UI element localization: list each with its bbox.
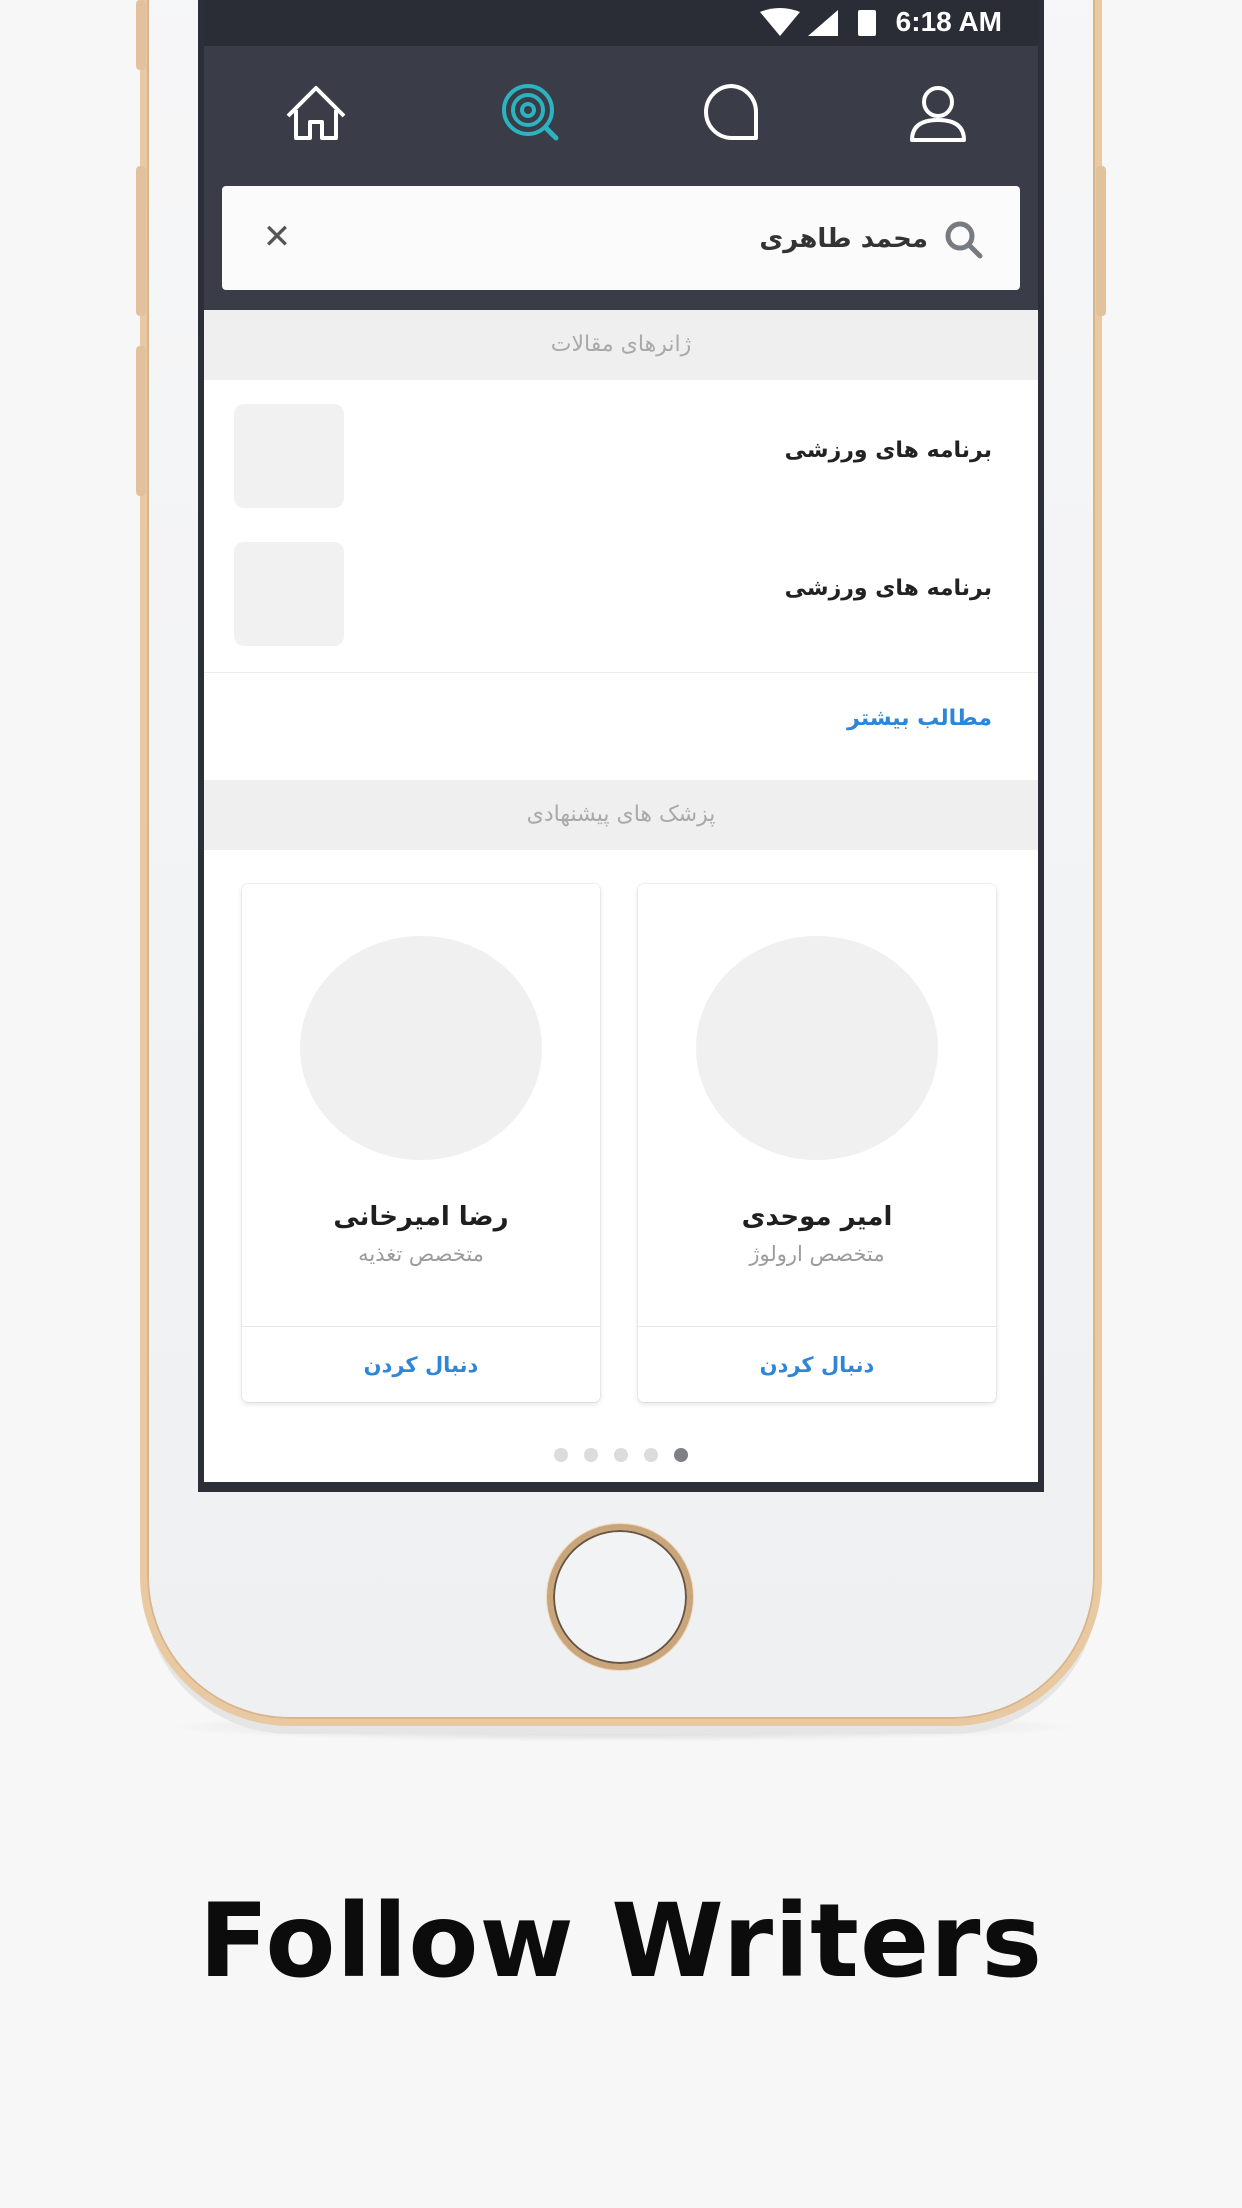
genre-label: برنامه های ورزشی	[784, 438, 992, 463]
follow-button[interactable]: دنبال کردن	[638, 1327, 996, 1402]
status-time: 6:18 AM	[895, 6, 1002, 37]
genre-item[interactable]: برنامه های ورزشی	[204, 542, 1038, 680]
avatar	[300, 936, 542, 1160]
home-hardware-button[interactable]	[547, 1524, 693, 1670]
doctor-card[interactable]: رضا امیرخانی متخصص تغذیه دنبال کردن	[242, 884, 600, 1402]
search-bar: ✕	[222, 186, 1020, 292]
side-button-mute	[136, 0, 146, 70]
chat-bubble-icon	[704, 84, 759, 140]
genre-thumbnail	[234, 542, 344, 646]
home-icon	[286, 86, 346, 140]
side-button-power	[1096, 166, 1106, 316]
doctor-specialty: متخصص ارولوژ	[749, 1242, 885, 1266]
pagination-dot[interactable]	[584, 1448, 598, 1462]
pagination-dot[interactable]	[614, 1448, 628, 1462]
genre-thumbnail	[234, 404, 344, 508]
genre-item[interactable]: برنامه های ورزشی	[204, 404, 1038, 542]
follow-button[interactable]: دنبال کردن	[242, 1327, 600, 1402]
target-search-icon	[502, 84, 559, 141]
app-screen: 6:18 AM ✕ محمد طاهری ژانرهای مقالات برنا…	[198, 0, 1044, 1492]
more-articles-link[interactable]: مطالب بیشتر	[847, 706, 992, 731]
divider	[204, 672, 1038, 673]
pagination-dot[interactable]	[554, 1448, 568, 1462]
pagination-dot[interactable]	[674, 1448, 688, 1462]
doctor-name: امیر موحدی	[741, 1202, 893, 1232]
battery-icon	[858, 10, 876, 36]
promo-caption: Follow Writers	[198, 1882, 1044, 2001]
avatar	[696, 936, 938, 1160]
side-button-volume-down	[136, 346, 146, 496]
nav-discover[interactable]	[490, 76, 570, 150]
wifi-icon	[760, 8, 800, 36]
pagination-dots	[204, 1448, 1038, 1462]
pagination-dot[interactable]	[644, 1448, 658, 1462]
nav-home[interactable]	[276, 76, 356, 150]
side-button-volume-up	[136, 166, 146, 316]
nav-chat[interactable]	[692, 76, 772, 150]
doctors-section-title: پزشک های پیشنهادی	[204, 780, 1038, 850]
top-navigation: ✕	[204, 46, 1038, 310]
doctor-specialty: متخصص تغذیه	[358, 1242, 484, 1266]
doctor-name: رضا امیرخانی	[333, 1202, 509, 1232]
doctor-card[interactable]: امیر موحدی متخصص ارولوژ دنبال کردن	[638, 884, 996, 1402]
genre-label: برنامه های ورزشی	[784, 576, 992, 601]
status-bar: 6:18 AM	[204, 0, 1038, 46]
status-icons	[760, 8, 876, 36]
genres-section-title: ژانرهای مقالات	[204, 310, 1038, 380]
nav-profile[interactable]	[898, 76, 978, 150]
signal-icon	[808, 10, 838, 36]
search-icon	[945, 221, 983, 259]
search-input[interactable]	[366, 186, 930, 292]
user-icon	[910, 86, 966, 142]
close-icon[interactable]: ✕	[252, 212, 302, 262]
